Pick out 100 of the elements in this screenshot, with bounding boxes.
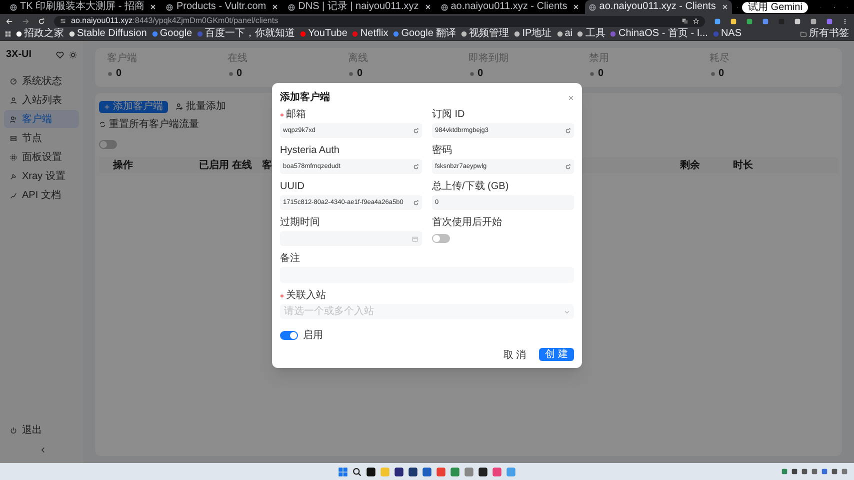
bookmark[interactable]: ChinaOS - 首页 - I... xyxy=(610,29,708,39)
globe-icon xyxy=(166,4,174,10)
sidebar-item[interactable]: 入站列表 xyxy=(4,91,79,109)
stat-icon xyxy=(589,70,595,76)
column-header[interactable]: 已启用 xyxy=(199,158,232,172)
calendar-icon xyxy=(412,236,418,242)
bookmark[interactable]: Stable Diffusion xyxy=(69,29,147,39)
sidebar-item[interactable]: 节点 xyxy=(4,129,79,147)
bookmark[interactable]: IP地址 xyxy=(514,29,552,39)
stat-label: 在线 xyxy=(228,54,248,64)
stat-icon xyxy=(228,70,234,76)
field-label: UUID xyxy=(280,181,304,193)
all-bookmarks[interactable]: 所有书签 xyxy=(800,29,849,39)
back-icon[interactable] xyxy=(6,18,13,24)
enable-switch[interactable] xyxy=(280,331,298,340)
extension-icon[interactable] xyxy=(730,18,737,24)
sidebar-item[interactable]: API 文档 xyxy=(4,186,79,204)
bookmark-favicon-icon xyxy=(556,31,563,37)
create-button[interactable]: 创 建 xyxy=(539,348,574,361)
sidebar-item[interactable]: Xray 设置 xyxy=(4,167,79,185)
user-icon xyxy=(10,96,17,104)
users-icon xyxy=(10,116,17,122)
address-field[interactable]: ao.naiyou011.xyz:8443/ypqk4ZjmDm0GKm0t/panel/clients xyxy=(54,16,705,26)
bookmark-favicon-icon xyxy=(514,31,520,37)
bookmark[interactable]: Google xyxy=(152,29,192,39)
field-label: 邮箱 xyxy=(286,109,306,121)
bookmark-favicon-icon xyxy=(152,31,158,37)
refresh-icon[interactable] xyxy=(413,128,419,134)
stat-value: 0 xyxy=(598,67,604,81)
extension-icon[interactable] xyxy=(714,18,721,24)
filter-switch[interactable] xyxy=(99,140,117,149)
column-header[interactable]: 在线 xyxy=(232,158,262,172)
bookmark-favicon-icon xyxy=(610,31,616,37)
stat-label: 耗尽 xyxy=(710,54,730,64)
more-icon[interactable] xyxy=(842,18,848,24)
apps-grid-icon[interactable] xyxy=(5,31,11,37)
chevron-down-icon xyxy=(564,308,570,314)
search-icon[interactable] xyxy=(352,466,362,476)
reload-icon[interactable] xyxy=(38,18,45,24)
bookmark-favicon-icon xyxy=(577,31,584,37)
refresh-icon[interactable] xyxy=(565,164,571,170)
globe-icon xyxy=(288,4,296,10)
bookmark[interactable]: NAS xyxy=(712,29,742,39)
switch-label: 启用 xyxy=(303,328,323,343)
wrench-icon xyxy=(10,172,17,180)
extension-icon[interactable] xyxy=(794,18,801,24)
date-field[interactable] xyxy=(280,231,422,246)
cancel-button[interactable]: 取 消 xyxy=(498,348,532,361)
toolbar-button[interactable]: 批量添加 xyxy=(176,99,226,114)
stat-icon xyxy=(710,70,716,76)
sidebar-item[interactable]: 系统状态 xyxy=(4,72,79,90)
bookmark[interactable]: 视频管理 xyxy=(461,29,510,39)
dashboard-icon xyxy=(10,78,17,84)
stat-value: 0 xyxy=(357,67,363,81)
sun-icon[interactable] xyxy=(69,50,77,58)
site-settings-icon[interactable] xyxy=(60,18,66,24)
field-label: Hysteria Auth xyxy=(280,145,340,157)
toggle-switch[interactable] xyxy=(432,234,450,243)
extension-icon[interactable] xyxy=(826,18,833,24)
chevron-left-icon[interactable] xyxy=(40,447,46,453)
gemini-button[interactable]: 试用 Gemini xyxy=(742,2,808,13)
bookmark-favicon-icon xyxy=(197,31,204,37)
toolbar-button[interactable]: 重置所有客户端流量 xyxy=(99,117,199,132)
sidebar-item[interactable]: 面板设置 xyxy=(4,148,79,166)
stat-value: 0 xyxy=(478,67,484,81)
translate-icon[interactable] xyxy=(682,18,688,24)
column-header[interactable]: 时长 xyxy=(733,158,838,172)
extension-icon[interactable] xyxy=(762,18,769,24)
stat-value: 0 xyxy=(718,67,724,81)
gear-icon xyxy=(10,154,17,160)
bookmark[interactable]: 工具 xyxy=(577,29,606,39)
field-label: 备注 xyxy=(280,253,300,265)
field-label: 首次使用后开始 xyxy=(432,217,502,229)
column-header[interactable]: 剩余 xyxy=(680,158,733,172)
windows-logo-icon[interactable] xyxy=(338,466,348,476)
extension-icon[interactable] xyxy=(810,18,817,24)
forward-icon[interactable] xyxy=(22,18,29,24)
bookmark-favicon-icon xyxy=(69,31,75,37)
heart-icon[interactable] xyxy=(56,50,64,58)
stat-label: 离线 xyxy=(348,54,369,64)
bookmark[interactable]: ai xyxy=(556,29,572,39)
star-icon[interactable] xyxy=(693,18,699,24)
folder-icon xyxy=(800,31,807,37)
refresh-icon[interactable] xyxy=(565,128,571,134)
refresh-icon[interactable] xyxy=(413,200,419,206)
stat-label: 即将到期 xyxy=(468,54,510,64)
power-icon xyxy=(10,426,17,434)
column-header[interactable]: 操作 xyxy=(99,158,199,172)
bookmark-favicon-icon xyxy=(461,31,468,37)
extension-icon[interactable] xyxy=(746,18,753,24)
stat-value: 0 xyxy=(116,67,122,81)
browser-tab[interactable]: ao.naiyou011.xyz - Clients xyxy=(585,0,732,14)
refresh-icon[interactable] xyxy=(413,164,419,170)
bookmark[interactable]: Google 翻译 xyxy=(393,29,456,39)
stat-label: 禁用 xyxy=(589,54,610,64)
globe-icon xyxy=(440,4,448,10)
bookmark[interactable]: Netflix xyxy=(352,29,388,39)
globe-icon xyxy=(10,4,17,10)
bookmark[interactable]: YouTube xyxy=(300,29,348,39)
logout-item[interactable]: 退出 xyxy=(4,421,79,439)
